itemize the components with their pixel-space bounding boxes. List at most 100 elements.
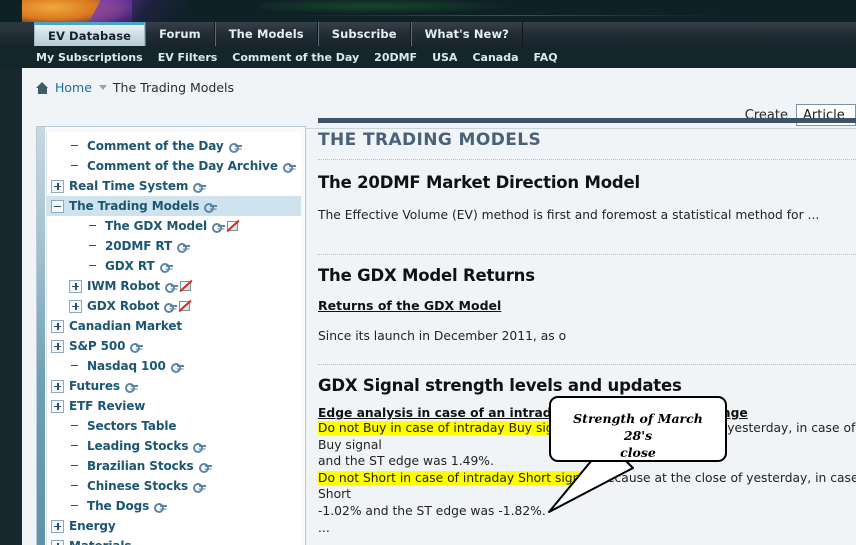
sidebar-item-gdx-rt[interactable]: GDX RT bbox=[47, 256, 301, 276]
highlight-do-not-buy: Do not Buy in case of intraday Buy signa… bbox=[318, 421, 577, 435]
tree-spacer bbox=[69, 460, 82, 473]
subnav-item-20dmf[interactable]: 20DMF bbox=[374, 51, 417, 64]
sidebar-item-chinese-stocks[interactable]: Chinese Stocks bbox=[47, 476, 301, 496]
tab-forum[interactable]: Forum bbox=[145, 22, 215, 46]
expand-plus-icon[interactable] bbox=[51, 399, 64, 413]
site-banner bbox=[0, 0, 856, 22]
sidebar-item-leading-stocks[interactable]: Leading Stocks bbox=[47, 436, 301, 456]
content-top-rule bbox=[318, 118, 856, 123]
sidebar-item-comment-of-the-day[interactable]: Comment of the Day bbox=[47, 136, 301, 156]
sidebar-item-futures[interactable]: Futures bbox=[47, 376, 301, 396]
sidebar-item-label: Energy bbox=[69, 519, 116, 533]
breadcrumb-current: The Trading Models bbox=[112, 80, 235, 95]
key-icon bbox=[198, 462, 212, 473]
sidebar-scroll-area[interactable]: Comment of the Day Comment of the Day Arc… bbox=[46, 132, 301, 545]
sidebar-item-comment-of-the-day-archive[interactable]: Comment of the Day Archive bbox=[47, 156, 301, 176]
subnav-item-faq[interactable]: FAQ bbox=[534, 51, 558, 64]
link-returns-gdx-model[interactable]: Returns of the GDX Model bbox=[318, 298, 501, 313]
collapse-minus-icon[interactable] bbox=[51, 199, 64, 213]
expand-plus-icon[interactable] bbox=[51, 179, 64, 193]
sidebar-item-label: Canadian Market bbox=[69, 319, 183, 333]
sidebar-item-label: Sectors Table bbox=[87, 419, 177, 433]
breadcrumb: Home The Trading Models bbox=[36, 80, 234, 95]
tab-subscribe[interactable]: Subscribe bbox=[317, 22, 411, 46]
sidebar-item-label: IWM Robot bbox=[87, 279, 160, 293]
sidebar-panel: Comment of the Day Comment of the Day Arc… bbox=[36, 126, 306, 545]
sidebar-item-label: GDX RT bbox=[105, 259, 155, 273]
key-icon bbox=[282, 162, 296, 173]
sidebar-item-the-trading-models[interactable]: The Trading Models bbox=[47, 196, 301, 216]
sidebar-item-etf-review[interactable]: ETF Review bbox=[47, 396, 301, 416]
no-access-book-icon bbox=[226, 219, 240, 233]
sidebar-item-materials[interactable]: Materials bbox=[47, 536, 301, 545]
expand-plus-icon[interactable] bbox=[51, 379, 64, 393]
expand-plus-icon[interactable] bbox=[69, 279, 82, 293]
subnav-item-comment-of-the-day[interactable]: Comment of the Day bbox=[232, 51, 359, 64]
tree-spacer bbox=[69, 360, 82, 373]
sidebar-item-label: Comment of the Day Archive bbox=[87, 159, 278, 173]
subnav-item-my-subscriptions[interactable]: My Subscriptions bbox=[36, 51, 143, 64]
key-icon bbox=[130, 342, 144, 353]
navigation-tree: Comment of the Day Comment of the Day Arc… bbox=[47, 132, 301, 545]
sidebar-item-real-time-system[interactable]: Real Time System bbox=[47, 176, 301, 196]
sidebar-item-canadian-market[interactable]: Canadian Market bbox=[47, 316, 301, 336]
sidebar-item-label: S&P 500 bbox=[69, 339, 126, 353]
subnav-item-canada[interactable]: Canada bbox=[472, 51, 518, 64]
banner-graphic-green-icon bbox=[260, 0, 510, 14]
sidebar-item-label: Brazilian Stocks bbox=[87, 459, 194, 473]
key-icon bbox=[159, 262, 173, 273]
sidebar-item-label: Chinese Stocks bbox=[87, 479, 189, 493]
expand-plus-icon[interactable] bbox=[51, 539, 64, 545]
sidebar-item-label: The Trading Models bbox=[69, 199, 200, 213]
heading-20dmf-model: The 20DMF Market Direction Model bbox=[318, 173, 640, 192]
subnav-item-ev-filters[interactable]: EV Filters bbox=[158, 51, 218, 64]
paragraph-20dmf: The Effective Volume (EV) method is firs… bbox=[318, 208, 820, 222]
sidebar-item-nasdaq-100[interactable]: Nasdaq 100 bbox=[47, 356, 301, 376]
key-icon bbox=[154, 502, 168, 513]
divider-2 bbox=[318, 254, 856, 255]
tree-spacer bbox=[69, 440, 82, 453]
key-icon bbox=[212, 222, 226, 233]
sidebar-item-the-gdx-model[interactable]: The GDX Model bbox=[47, 216, 301, 236]
sidebar-item-20dmf-rt[interactable]: 20DMF RT bbox=[47, 236, 301, 256]
key-icon bbox=[204, 202, 218, 213]
paragraph-gdx-returns: Since its launch in December 2011, as o bbox=[318, 329, 567, 343]
key-icon bbox=[164, 282, 178, 293]
breadcrumb-home-link[interactable]: Home bbox=[55, 80, 92, 95]
key-icon bbox=[177, 242, 191, 253]
expand-plus-icon[interactable] bbox=[51, 519, 64, 533]
sidebar-item-gdx-robot[interactable]: GDX Robot bbox=[47, 296, 301, 316]
sidebar-item-label: Real Time System bbox=[69, 179, 189, 193]
expand-plus-icon[interactable] bbox=[51, 339, 64, 353]
edge-line-2: Do not Short in case of intraday Short s… bbox=[318, 470, 856, 503]
divider-3 bbox=[318, 364, 856, 365]
key-icon bbox=[193, 182, 207, 193]
tab-ev-database[interactable]: EV Database bbox=[34, 22, 146, 46]
divider-1 bbox=[318, 159, 856, 160]
tree-spacer bbox=[69, 140, 82, 153]
sidebar-item-the-dogs[interactable]: The Dogs bbox=[47, 496, 301, 516]
sidebar-item-label: Nasdaq 100 bbox=[87, 359, 166, 373]
sidebar-item-label: GDX Robot bbox=[87, 299, 160, 313]
sidebar-item-label: Comment of the Day bbox=[87, 139, 224, 153]
expand-plus-icon[interactable] bbox=[51, 319, 64, 333]
left-gutter bbox=[0, 68, 22, 545]
sidebar-item-label: Futures bbox=[69, 379, 120, 393]
sidebar-item-label: 20DMF RT bbox=[105, 239, 173, 253]
tab-the-models[interactable]: The Models bbox=[214, 22, 318, 46]
key-icon bbox=[193, 442, 207, 453]
sidebar-item-energy[interactable]: Energy bbox=[47, 516, 301, 536]
sidebar-item-iwm-robot[interactable]: IWM Robot bbox=[47, 276, 301, 296]
sidebar-item-sectors-table[interactable]: Sectors Table bbox=[47, 416, 301, 436]
edge-line-1-cont: and the ST edge was 1.49%. bbox=[318, 454, 494, 468]
primary-tabs: EV Database Forum The Models Subscribe What'… bbox=[34, 22, 523, 46]
expand-plus-icon[interactable] bbox=[69, 299, 82, 313]
tree-spacer bbox=[69, 160, 82, 173]
subnav-item-usa[interactable]: USA bbox=[432, 51, 457, 64]
tree-spacer bbox=[69, 480, 82, 493]
sidebar-item-brazilian-stocks[interactable]: Brazilian Stocks bbox=[47, 456, 301, 476]
sidebar-item-label: ETF Review bbox=[69, 399, 146, 413]
sidebar-item-s-p-500[interactable]: S&P 500 bbox=[47, 336, 301, 356]
heading-gdx-signal-strength: GDX Signal strength levels and updates bbox=[318, 376, 682, 395]
tab-what-s-new[interactable]: What's New? bbox=[410, 22, 523, 46]
